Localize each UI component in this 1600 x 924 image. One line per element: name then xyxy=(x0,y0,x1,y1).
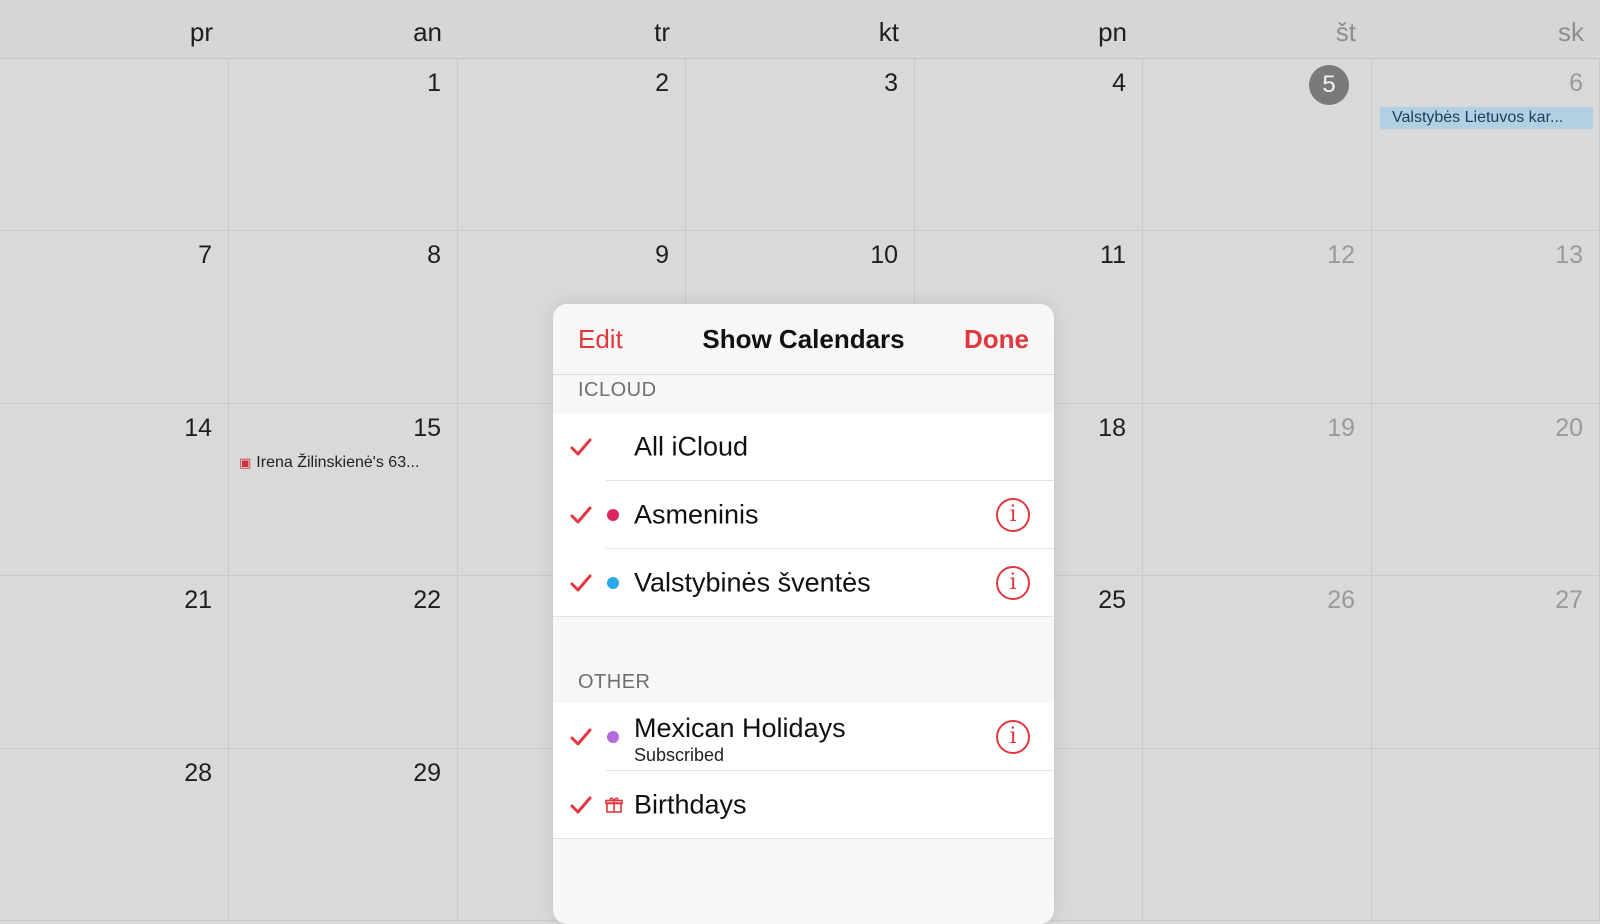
day-number: 21 xyxy=(184,586,212,614)
day-number: 12 xyxy=(1327,241,1355,269)
checkmark-icon xyxy=(570,728,592,746)
day-cell[interactable]: 27 xyxy=(1372,576,1600,749)
day-number: 15 xyxy=(413,414,441,442)
day-cell[interactable]: 2 xyxy=(458,59,686,231)
day-number: 13 xyxy=(1555,241,1583,269)
calendar-row-valstybines-sventes[interactable]: Valstybinės šventės i xyxy=(553,549,1054,617)
calendar-color-dot xyxy=(607,509,619,521)
day-cell[interactable]: 28 xyxy=(0,749,229,921)
day-number: 8 xyxy=(427,241,441,269)
checkmark-icon xyxy=(570,506,592,524)
day-number: 7 xyxy=(198,241,212,269)
info-icon[interactable]: i xyxy=(996,566,1030,600)
day-cell[interactable]: 7 xyxy=(0,231,229,404)
day-cell[interactable]: 20 xyxy=(1372,404,1600,576)
today-indicator: 5 xyxy=(1309,65,1349,105)
calendar-label: All iCloud xyxy=(634,431,749,462)
calendar-color-dot xyxy=(607,577,619,589)
day-number: 27 xyxy=(1555,586,1583,614)
day-number: 26 xyxy=(1327,586,1355,614)
day-cell[interactable]: 26 xyxy=(1143,576,1372,749)
day-cell-today[interactable]: 5 xyxy=(1143,59,1372,231)
day-number: 19 xyxy=(1327,414,1355,442)
day-number: 18 xyxy=(1098,414,1126,442)
day-cell[interactable]: 22 xyxy=(229,576,458,749)
day-cell[interactable] xyxy=(0,59,229,231)
day-number: 11 xyxy=(1100,241,1126,269)
info-icon[interactable]: i xyxy=(996,498,1030,532)
calendar-row-asmeninis[interactable]: Asmeninis i xyxy=(553,481,1054,549)
day-cell[interactable]: 19 xyxy=(1143,404,1372,576)
day-number: 6 xyxy=(1569,69,1583,97)
day-cell[interactable] xyxy=(1143,749,1372,921)
section-header-other: OTHER xyxy=(578,671,651,693)
calendar-color-dot xyxy=(607,731,619,743)
day-cell[interactable]: 14 xyxy=(0,404,229,576)
done-button[interactable]: Done xyxy=(964,304,1029,374)
day-number: 9 xyxy=(655,241,669,269)
day-number: 2 xyxy=(655,69,669,97)
weekday-label: št xyxy=(1335,17,1356,47)
weekday-label: sk xyxy=(1558,17,1584,47)
day-number: 4 xyxy=(1112,69,1126,97)
row-divider xyxy=(553,838,1054,839)
weekday-header: pr an tr kt pn št sk xyxy=(0,0,1600,59)
day-number: 14 xyxy=(184,414,212,442)
day-number: 20 xyxy=(1555,414,1583,442)
checkmark-icon xyxy=(570,796,592,814)
day-cell[interactable] xyxy=(1372,749,1600,921)
day-cell[interactable]: 1 xyxy=(229,59,458,231)
calendar-label: Valstybinės šventės xyxy=(634,567,871,598)
gift-icon xyxy=(605,797,623,813)
day-cell[interactable]: 4 xyxy=(915,59,1143,231)
day-cell[interactable]: 12 xyxy=(1143,231,1372,404)
weekday-label: tr xyxy=(654,17,670,47)
checkmark-icon xyxy=(570,438,592,456)
day-cell[interactable]: 21 xyxy=(0,576,229,749)
day-cell[interactable]: 29 xyxy=(229,749,458,921)
calendar-row-mexican-holidays[interactable]: Mexican Holidays Subscribed i xyxy=(553,703,1054,771)
day-number: 22 xyxy=(413,586,441,614)
birthday-event-label: Irena Žilinskienė's 63... xyxy=(256,454,420,471)
day-number: 25 xyxy=(1098,586,1126,614)
day-number: 10 xyxy=(870,241,898,269)
birthday-event[interactable]: ▣ Irena Žilinskienė's 63... xyxy=(239,452,449,474)
edit-button[interactable]: Edit xyxy=(578,304,623,374)
popover-header: Show Calendars Edit Done xyxy=(553,304,1054,375)
show-calendars-popover: Show Calendars Edit Done ICLOUD All iClo… xyxy=(553,304,1054,924)
day-cell[interactable]: 6 Valstybės Lietuvos kar... xyxy=(1372,59,1600,231)
calendar-label: Asmeninis xyxy=(634,499,759,530)
holiday-event[interactable]: Valstybės Lietuvos kar... xyxy=(1380,107,1593,129)
gift-icon: ▣ xyxy=(239,455,252,470)
section-header-icloud: ICLOUD xyxy=(578,379,657,401)
row-divider xyxy=(553,616,1054,617)
weekday-label: kt xyxy=(878,17,899,47)
calendar-subtitle: Subscribed xyxy=(634,745,725,765)
day-cell[interactable]: 3 xyxy=(686,59,915,231)
day-cell[interactable]: 8 xyxy=(229,231,458,404)
calendar-label: Birthdays xyxy=(634,789,747,820)
weekday-label: pn xyxy=(1098,17,1127,47)
day-cell[interactable]: 13 xyxy=(1372,231,1600,404)
day-number: 29 xyxy=(413,759,441,787)
day-number: 3 xyxy=(884,69,898,97)
day-number: 1 xyxy=(427,69,441,97)
day-number: 28 xyxy=(184,759,212,787)
calendar-row-birthdays[interactable]: Birthdays xyxy=(553,771,1054,839)
calendar-row-all-icloud[interactable]: All iCloud xyxy=(553,413,1054,481)
weekday-label: an xyxy=(413,17,442,47)
weekday-label: pr xyxy=(189,17,213,47)
info-icon[interactable]: i xyxy=(996,720,1030,754)
checkmark-icon xyxy=(570,574,592,592)
calendar-label: Mexican Holidays xyxy=(634,713,846,743)
day-cell[interactable]: 15 ▣ Irena Žilinskienė's 63... xyxy=(229,404,458,576)
